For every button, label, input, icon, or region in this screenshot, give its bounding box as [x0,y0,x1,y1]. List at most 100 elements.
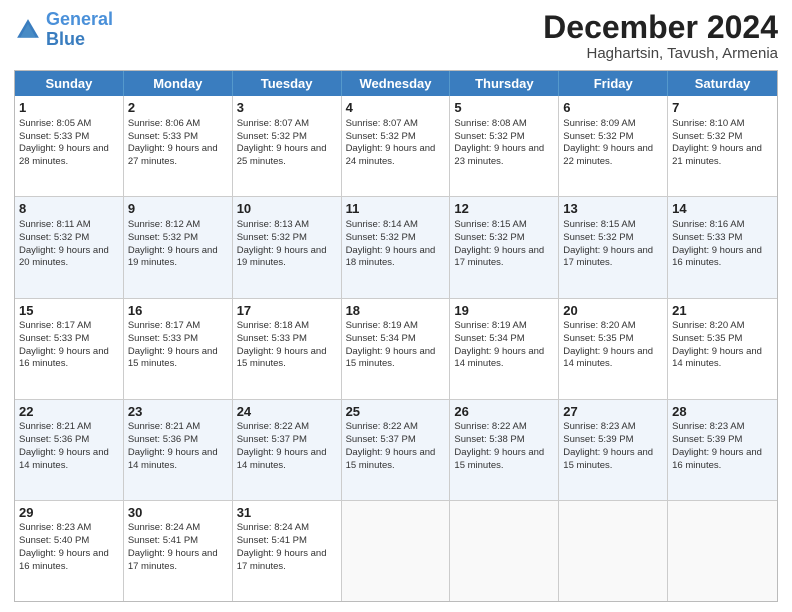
day-number: 17 [237,302,337,320]
main-title: December 2024 [543,10,778,45]
day-info: Sunrise: 8:15 AMSunset: 5:32 PMDaylight:… [454,219,544,268]
calendar-cell: 8Sunrise: 8:11 AMSunset: 5:32 PMDaylight… [15,197,124,297]
day-number: 25 [346,403,446,421]
day-number: 23 [128,403,228,421]
day-number: 21 [672,302,773,320]
calendar-cell: 3Sunrise: 8:07 AMSunset: 5:32 PMDaylight… [233,96,342,196]
calendar-cell [668,501,777,601]
day-info: Sunrise: 8:18 AMSunset: 5:33 PMDaylight:… [237,320,327,369]
logo-text: General Blue [46,10,113,50]
header: General Blue December 2024 Haghartsin, T… [14,10,778,62]
day-number: 6 [563,99,663,117]
calendar-cell: 12Sunrise: 8:15 AMSunset: 5:32 PMDayligh… [450,197,559,297]
calendar-cell: 20Sunrise: 8:20 AMSunset: 5:35 PMDayligh… [559,299,668,399]
calendar-cell: 2Sunrise: 8:06 AMSunset: 5:33 PMDaylight… [124,96,233,196]
calendar-cell: 18Sunrise: 8:19 AMSunset: 5:34 PMDayligh… [342,299,451,399]
day-number: 4 [346,99,446,117]
logo: General Blue [14,10,113,50]
day-header-monday: Monday [124,71,233,96]
day-header-thursday: Thursday [450,71,559,96]
calendar-row: 8Sunrise: 8:11 AMSunset: 5:32 PMDaylight… [15,197,777,298]
day-number: 31 [237,504,337,522]
day-info: Sunrise: 8:21 AMSunset: 5:36 PMDaylight:… [128,421,218,470]
day-info: Sunrise: 8:14 AMSunset: 5:32 PMDaylight:… [346,219,436,268]
day-info: Sunrise: 8:19 AMSunset: 5:34 PMDaylight:… [346,320,436,369]
title-block: December 2024 Haghartsin, Tavush, Armeni… [543,10,778,62]
calendar-header: SundayMondayTuesdayWednesdayThursdayFrid… [15,71,777,96]
day-number: 27 [563,403,663,421]
day-info: Sunrise: 8:23 AMSunset: 5:39 PMDaylight:… [672,421,762,470]
day-number: 19 [454,302,554,320]
calendar-cell [450,501,559,601]
day-info: Sunrise: 8:12 AMSunset: 5:32 PMDaylight:… [128,219,218,268]
calendar-cell: 16Sunrise: 8:17 AMSunset: 5:33 PMDayligh… [124,299,233,399]
calendar-cell: 23Sunrise: 8:21 AMSunset: 5:36 PMDayligh… [124,400,233,500]
day-info: Sunrise: 8:07 AMSunset: 5:32 PMDaylight:… [237,118,327,167]
calendar-cell: 6Sunrise: 8:09 AMSunset: 5:32 PMDaylight… [559,96,668,196]
calendar-cell: 29Sunrise: 8:23 AMSunset: 5:40 PMDayligh… [15,501,124,601]
day-info: Sunrise: 8:09 AMSunset: 5:32 PMDaylight:… [563,118,653,167]
day-info: Sunrise: 8:22 AMSunset: 5:37 PMDaylight:… [346,421,436,470]
calendar-cell: 4Sunrise: 8:07 AMSunset: 5:32 PMDaylight… [342,96,451,196]
calendar-cell [559,501,668,601]
day-number: 12 [454,200,554,218]
calendar-cell: 26Sunrise: 8:22 AMSunset: 5:38 PMDayligh… [450,400,559,500]
day-header-tuesday: Tuesday [233,71,342,96]
day-number: 10 [237,200,337,218]
day-number: 15 [19,302,119,320]
calendar-cell: 21Sunrise: 8:20 AMSunset: 5:35 PMDayligh… [668,299,777,399]
day-info: Sunrise: 8:20 AMSunset: 5:35 PMDaylight:… [672,320,762,369]
calendar-row: 29Sunrise: 8:23 AMSunset: 5:40 PMDayligh… [15,501,777,601]
day-number: 18 [346,302,446,320]
day-number: 20 [563,302,663,320]
day-info: Sunrise: 8:15 AMSunset: 5:32 PMDaylight:… [563,219,653,268]
day-number: 28 [672,403,773,421]
calendar-cell: 11Sunrise: 8:14 AMSunset: 5:32 PMDayligh… [342,197,451,297]
subtitle: Haghartsin, Tavush, Armenia [543,45,778,62]
calendar-cell: 24Sunrise: 8:22 AMSunset: 5:37 PMDayligh… [233,400,342,500]
calendar-cell: 25Sunrise: 8:22 AMSunset: 5:37 PMDayligh… [342,400,451,500]
day-header-friday: Friday [559,71,668,96]
day-info: Sunrise: 8:07 AMSunset: 5:32 PMDaylight:… [346,118,436,167]
calendar-cell: 22Sunrise: 8:21 AMSunset: 5:36 PMDayligh… [15,400,124,500]
day-number: 5 [454,99,554,117]
day-number: 2 [128,99,228,117]
calendar-cell: 9Sunrise: 8:12 AMSunset: 5:32 PMDaylight… [124,197,233,297]
day-info: Sunrise: 8:24 AMSunset: 5:41 PMDaylight:… [237,522,327,571]
day-header-wednesday: Wednesday [342,71,451,96]
calendar-cell [342,501,451,601]
day-info: Sunrise: 8:22 AMSunset: 5:38 PMDaylight:… [454,421,544,470]
calendar-cell: 7Sunrise: 8:10 AMSunset: 5:32 PMDaylight… [668,96,777,196]
day-number: 13 [563,200,663,218]
day-number: 11 [346,200,446,218]
logo-icon [14,16,42,44]
day-number: 1 [19,99,119,117]
day-info: Sunrise: 8:17 AMSunset: 5:33 PMDaylight:… [128,320,218,369]
calendar-cell: 30Sunrise: 8:24 AMSunset: 5:41 PMDayligh… [124,501,233,601]
day-info: Sunrise: 8:19 AMSunset: 5:34 PMDaylight:… [454,320,544,369]
day-info: Sunrise: 8:10 AMSunset: 5:32 PMDaylight:… [672,118,762,167]
calendar-cell: 15Sunrise: 8:17 AMSunset: 5:33 PMDayligh… [15,299,124,399]
day-number: 26 [454,403,554,421]
calendar-row: 1Sunrise: 8:05 AMSunset: 5:33 PMDaylight… [15,96,777,197]
calendar-cell: 31Sunrise: 8:24 AMSunset: 5:41 PMDayligh… [233,501,342,601]
day-number: 9 [128,200,228,218]
day-number: 29 [19,504,119,522]
calendar-row: 15Sunrise: 8:17 AMSunset: 5:33 PMDayligh… [15,299,777,400]
day-info: Sunrise: 8:05 AMSunset: 5:33 PMDaylight:… [19,118,109,167]
calendar: SundayMondayTuesdayWednesdayThursdayFrid… [14,70,778,602]
day-number: 16 [128,302,228,320]
calendar-cell: 27Sunrise: 8:23 AMSunset: 5:39 PMDayligh… [559,400,668,500]
calendar-cell: 10Sunrise: 8:13 AMSunset: 5:32 PMDayligh… [233,197,342,297]
calendar-cell: 14Sunrise: 8:16 AMSunset: 5:33 PMDayligh… [668,197,777,297]
calendar-cell: 17Sunrise: 8:18 AMSunset: 5:33 PMDayligh… [233,299,342,399]
calendar-cell: 13Sunrise: 8:15 AMSunset: 5:32 PMDayligh… [559,197,668,297]
day-info: Sunrise: 8:23 AMSunset: 5:40 PMDaylight:… [19,522,109,571]
day-info: Sunrise: 8:08 AMSunset: 5:32 PMDaylight:… [454,118,544,167]
day-info: Sunrise: 8:17 AMSunset: 5:33 PMDaylight:… [19,320,109,369]
day-info: Sunrise: 8:21 AMSunset: 5:36 PMDaylight:… [19,421,109,470]
day-info: Sunrise: 8:11 AMSunset: 5:32 PMDaylight:… [19,219,109,268]
day-info: Sunrise: 8:06 AMSunset: 5:33 PMDaylight:… [128,118,218,167]
calendar-body: 1Sunrise: 8:05 AMSunset: 5:33 PMDaylight… [15,96,777,601]
calendar-cell: 5Sunrise: 8:08 AMSunset: 5:32 PMDaylight… [450,96,559,196]
